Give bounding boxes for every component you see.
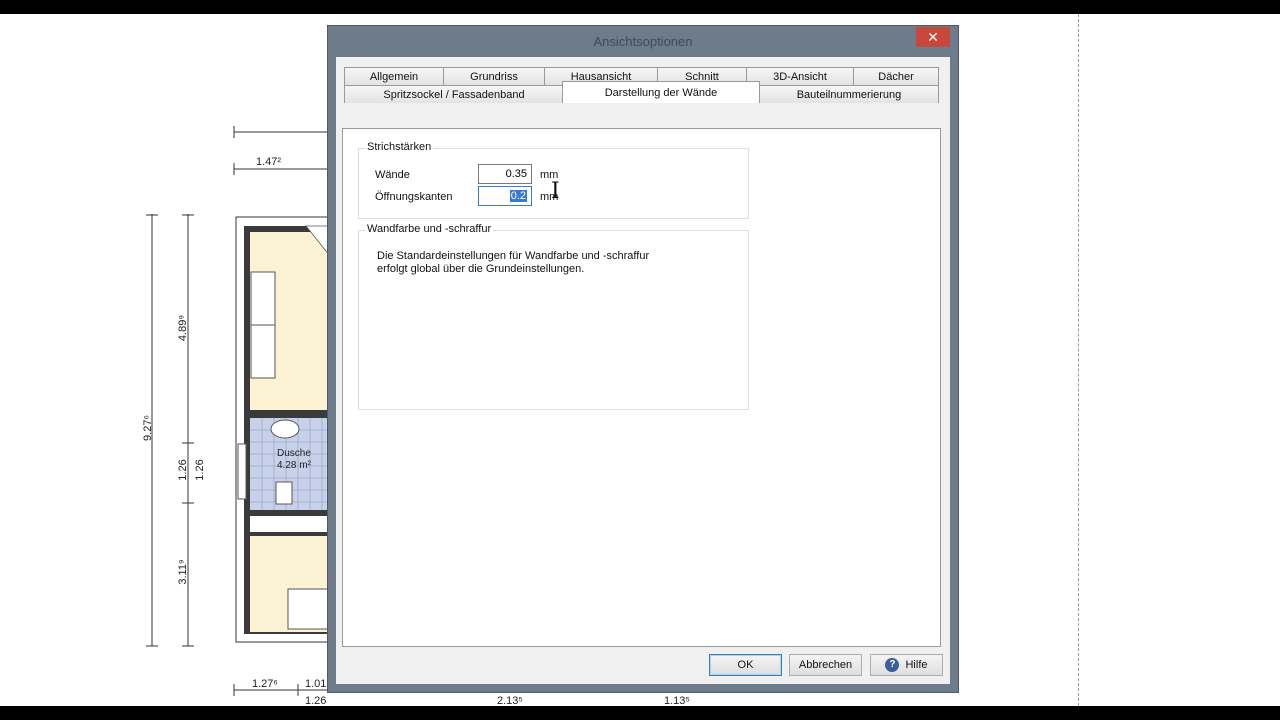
dimension-label: 3.11⁹ [177, 559, 189, 585]
group-title: Wandfarbe und -schraffur [365, 223, 494, 235]
dimension-label: 1.01 [305, 678, 327, 690]
dialog-title: Ansichtsoptionen [593, 34, 693, 49]
text-cursor-icon: I [551, 179, 560, 204]
tab-allgemein[interactable]: Allgemein [344, 67, 444, 85]
oeffnungskanten-input[interactable]: 0.2 [478, 186, 532, 206]
letterbox-bottom [0, 706, 1280, 720]
wandfarbe-group: Wandfarbe und -schraffur Die Standardein… [358, 223, 749, 410]
view-options-dialog: Ansichtsoptionen ✕ Allgemein Grundriss H… [328, 26, 958, 692]
dimension-label: 1.26 [194, 459, 206, 481]
tab-darstellung-der-waende[interactable]: Darstellung der Wände [562, 81, 760, 103]
page-boundary [1078, 14, 1079, 706]
dimension-label: 1.27⁶ [252, 678, 278, 690]
tab-3d-ansicht[interactable]: 3D-Ansicht [746, 67, 854, 85]
oeffnungskanten-label: Öffnungskanten [375, 191, 453, 203]
floorplan-drawing [146, 126, 340, 696]
tab-panel: Strichstärken Wände 0.35 mm Öffnungskant… [342, 128, 941, 647]
close-button[interactable]: ✕ [916, 27, 950, 47]
room-name: Dusche [277, 448, 311, 459]
tab-daecher[interactable]: Dächer [853, 67, 939, 85]
waende-input[interactable]: 0.35 [478, 164, 532, 184]
help-icon: ? [885, 658, 900, 673]
dialog-titlebar[interactable]: Ansichtsoptionen ✕ [328, 26, 958, 56]
strichstaerken-group: Strichstärken Wände 0.35 mm Öffnungskant… [358, 141, 749, 219]
dimension-label: 4.89⁹ [177, 314, 189, 342]
room-area: 4.28 m² [277, 460, 311, 471]
help-label: Hilfe [905, 659, 928, 671]
dimension-label: 1.26 [305, 695, 327, 706]
dimension-label: 2.13⁵ [497, 695, 523, 706]
group-title: Strichstärken [365, 141, 434, 153]
cancel-button[interactable]: Abbrechen [789, 654, 862, 676]
waende-label: Wände [375, 169, 410, 181]
dimension-label: 1.47² [256, 156, 282, 168]
tab-grundriss[interactable]: Grundriss [443, 67, 545, 85]
dimension-label: 1.13⁵ [664, 695, 690, 706]
help-button[interactable]: ? Hilfe [870, 654, 943, 676]
dialog-client: Allgemein Grundriss Hausansicht Schnitt … [336, 57, 950, 684]
description-line: erfolgt global über die Grundeinstellung… [377, 263, 585, 275]
dimension-label: 1.26 [177, 459, 189, 481]
tab-bauteilnummerierung[interactable]: Bauteilnummerierung [759, 85, 939, 103]
ok-button[interactable]: OK [709, 654, 782, 676]
tab-spritzsockel[interactable]: Spritzsockel / Fassadenband [344, 85, 564, 103]
dimension-label: 9.27⁶ [142, 415, 154, 441]
description-line: Die Standardeinstellungen für Wandfarbe … [377, 250, 650, 262]
